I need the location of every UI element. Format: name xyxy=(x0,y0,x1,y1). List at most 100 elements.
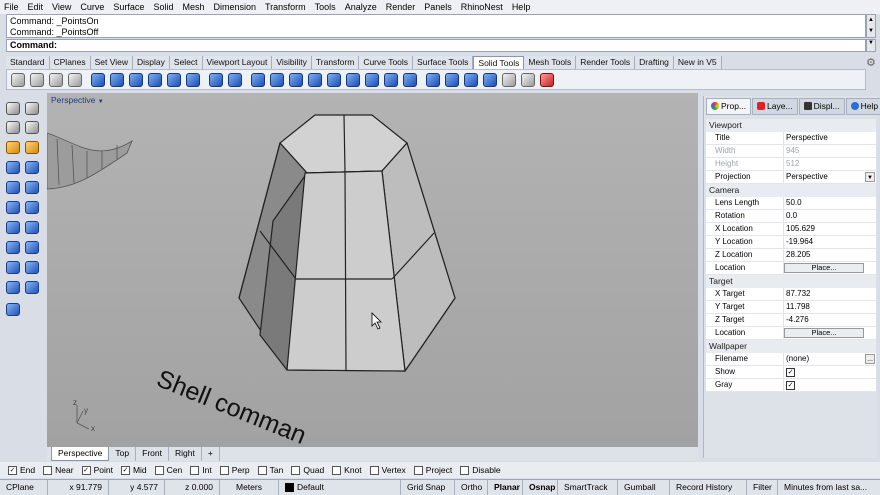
tube-icon[interactable] xyxy=(25,241,39,254)
z-target-field[interactable]: -4.276 xyxy=(784,314,876,326)
grid-snap-toggle[interactable]: Grid Snap xyxy=(401,480,455,495)
torus-solid-icon[interactable] xyxy=(6,281,20,294)
command-input[interactable]: Command: xyxy=(6,39,866,52)
menu-item-mesh[interactable]: Mesh xyxy=(182,2,204,12)
select-arrow-icon[interactable] xyxy=(6,102,20,115)
perspective-viewport[interactable]: x y z Shell comman Perspective ▼ xyxy=(47,93,698,447)
place-hole-icon[interactable] xyxy=(346,72,360,87)
extrude-face-icon[interactable] xyxy=(251,72,265,87)
osnap-mid[interactable]: ✓ Mid xyxy=(120,465,147,475)
toolbar-tab-render-tools[interactable]: Render Tools xyxy=(576,56,636,69)
z-location-field[interactable]: 28.205 xyxy=(784,249,876,261)
menu-item-view[interactable]: View xyxy=(52,2,71,12)
tab-display[interactable]: Displ... xyxy=(798,97,845,115)
wire-cut-icon[interactable] xyxy=(426,72,440,87)
merge-faces-icon[interactable] xyxy=(308,72,322,87)
osnap-toggle[interactable]: Osnap xyxy=(523,480,558,495)
camera-place-button[interactable]: Place... xyxy=(784,263,864,273)
rotation-field[interactable]: 0.0 xyxy=(784,210,876,222)
toolbar-tab-transform[interactable]: Transform xyxy=(311,56,360,69)
menu-item-curve[interactable]: Curve xyxy=(80,2,104,12)
osnap-project[interactable]: Project xyxy=(413,465,452,475)
menu-item-panels[interactable]: Panels xyxy=(424,2,452,12)
chamfer-edge-icon[interactable] xyxy=(167,72,181,87)
gray-checkbox[interactable]: ✓ xyxy=(786,381,795,390)
lattice-icon[interactable] xyxy=(502,72,516,87)
osnap-checkbox[interactable] xyxy=(257,465,267,475)
osnap-near[interactable]: Near xyxy=(43,465,74,475)
ribs-icon[interactable] xyxy=(464,72,478,87)
osnap-perp[interactable]: Perp xyxy=(219,465,250,475)
toolbar-tab-set-view[interactable]: Set View xyxy=(90,56,134,69)
viewport-title[interactable]: Perspective ▼ xyxy=(51,95,104,105)
show-checkbox[interactable]: ✓ xyxy=(786,368,795,377)
osnap-checkbox[interactable] xyxy=(219,465,229,475)
slab-icon[interactable] xyxy=(25,281,39,294)
filter-toggle[interactable]: Filter xyxy=(747,480,778,495)
move-hole-icon[interactable] xyxy=(384,72,398,87)
cap-holes-icon[interactable] xyxy=(110,72,124,87)
toolbar-tab-new-in-v5[interactable]: New in V5 xyxy=(673,56,722,69)
browse-button[interactable]: ... xyxy=(865,354,875,364)
osnap-checkbox[interactable]: ✓ xyxy=(8,465,17,475)
osnap-checkbox[interactable] xyxy=(154,465,164,475)
command-input-scrollbar[interactable]: ▼ xyxy=(866,39,876,52)
osnap-quad[interactable]: Quad xyxy=(291,465,324,475)
split-face-icon[interactable] xyxy=(270,72,284,87)
osnap-checkbox[interactable] xyxy=(332,465,342,475)
osnap-checkbox[interactable]: ✓ xyxy=(120,465,130,475)
gear-icon[interactable]: ⚙ xyxy=(866,56,876,69)
menu-item-analyze[interactable]: Analyze xyxy=(345,2,377,12)
cylinder-icon[interactable] xyxy=(6,241,20,254)
torus-icon[interactable] xyxy=(6,201,20,214)
paraboloid-icon[interactable] xyxy=(25,201,39,214)
cone-icon[interactable] xyxy=(6,221,20,234)
mesh-grid-icon[interactable] xyxy=(521,72,535,87)
extract-surface-icon[interactable] xyxy=(129,72,143,87)
osnap-knot[interactable]: Knot xyxy=(332,465,362,475)
curve-icon[interactable] xyxy=(6,141,20,154)
tab-perspective[interactable]: Perspective xyxy=(51,447,110,461)
cplane-label[interactable]: CPlane xyxy=(0,480,48,495)
menu-item-render[interactable]: Render xyxy=(386,2,416,12)
add-viewport-tab[interactable]: + xyxy=(202,447,220,461)
fold-face-icon[interactable] xyxy=(289,72,303,87)
sphere-icon[interactable] xyxy=(6,181,20,194)
boolean-split-icon[interactable] xyxy=(68,72,82,87)
toolbar-tab-surface-tools[interactable]: Surface Tools xyxy=(413,56,474,69)
boolean-intersection-icon[interactable] xyxy=(49,72,63,87)
osnap-vertex[interactable]: Vertex xyxy=(369,465,406,475)
line-icon[interactable] xyxy=(6,121,20,134)
boolean-difference-icon[interactable] xyxy=(30,72,44,87)
menu-item-transform[interactable]: Transform xyxy=(265,2,306,12)
menu-item-tools[interactable]: Tools xyxy=(315,2,336,12)
x-location-field[interactable]: 105.629 xyxy=(784,223,876,235)
ortho-toggle[interactable]: Ortho xyxy=(455,480,488,495)
toolbar-tab-viewport-layout[interactable]: Viewport Layout xyxy=(202,56,273,69)
toolbar-tab-cplanes[interactable]: CPlanes xyxy=(49,56,91,69)
array-hole-icon[interactable] xyxy=(403,72,417,87)
cap-icon[interactable] xyxy=(483,72,497,87)
y-target-field[interactable]: 11.798 xyxy=(784,301,876,313)
toolbar-tab-display[interactable]: Display xyxy=(133,56,170,69)
layer-selector[interactable]: Default xyxy=(279,480,401,495)
tab-right[interactable]: Right xyxy=(169,447,202,461)
osnap-checkbox[interactable] xyxy=(190,465,200,475)
title-field[interactable]: Perspective xyxy=(784,132,876,144)
gumball-toggle[interactable]: Gumball xyxy=(618,480,670,495)
osnap-tan[interactable]: Tan xyxy=(257,465,283,475)
toolbar-tab-visibility[interactable]: Visibility xyxy=(272,56,312,69)
tab-properties[interactable]: Prop... xyxy=(706,97,752,115)
toolbar-tab-solid-tools[interactable]: Solid Tools xyxy=(473,56,525,69)
osnap-checkbox[interactable] xyxy=(369,465,379,475)
polyline-icon[interactable] xyxy=(25,121,39,134)
menu-item-rhinonest[interactable]: RhinoNest xyxy=(461,2,503,12)
osnap-checkbox[interactable] xyxy=(291,465,301,475)
command-history-scrollbar[interactable]: ▲ ▼ xyxy=(866,14,876,38)
menu-item-dimension[interactable]: Dimension xyxy=(213,2,256,12)
record-history-toggle[interactable]: Record History xyxy=(670,480,747,495)
fillet-edge-icon[interactable] xyxy=(148,72,162,87)
toolbar-tab-standard[interactable]: Standard xyxy=(6,56,50,69)
osnap-point[interactable]: ✓ Point xyxy=(81,465,113,475)
osnap-checkbox[interactable]: ✓ xyxy=(81,465,91,475)
